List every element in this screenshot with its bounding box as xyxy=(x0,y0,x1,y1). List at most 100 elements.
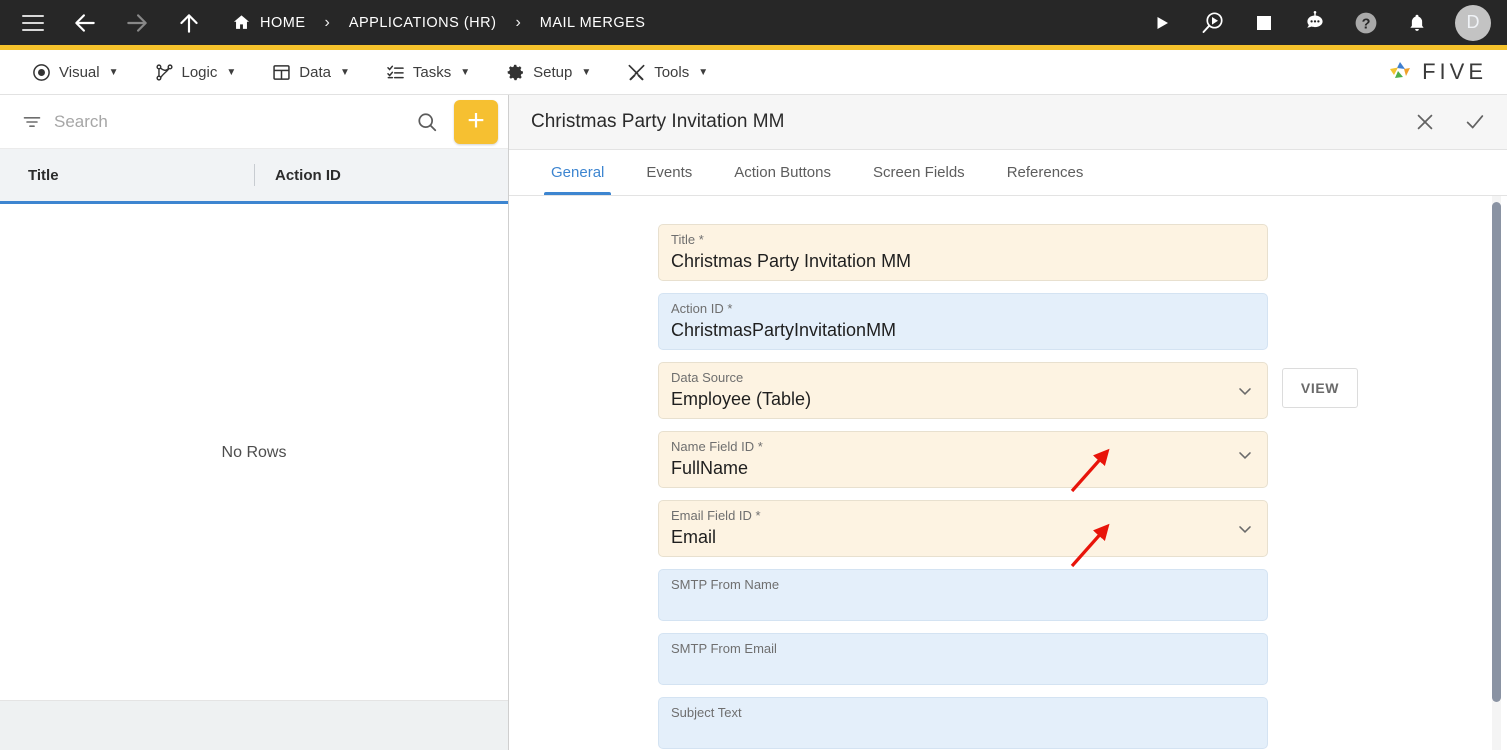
breadcrumb: HOME › APPLICATIONS (HR) › MAIL MERGES xyxy=(232,13,645,32)
work-area: + Title Action ID No Rows Christmas Part… xyxy=(0,95,1507,750)
smtp-from-email-field[interactable]: SMTP From Email xyxy=(658,633,1268,685)
record-tabs: General Events Action Buttons Screen Fie… xyxy=(509,150,1507,196)
form-row-action-id: Action ID * ChristmasPartyInvitationMM xyxy=(509,293,1507,350)
data-source-field[interactable]: Data Source Employee (Table) xyxy=(658,362,1268,419)
smtp-from-name-field[interactable]: SMTP From Name xyxy=(658,569,1268,621)
menu-tasks-label: Tasks xyxy=(412,63,452,81)
up-button[interactable] xyxy=(176,10,202,36)
breadcrumb-label-applications: APPLICATIONS (HR) xyxy=(348,14,497,31)
form-row-name-field-id: Name Field ID * FullName xyxy=(509,431,1507,493)
form-row-email-field-id: Email Field ID * Email xyxy=(509,500,1507,568)
svg-text:?: ? xyxy=(1362,16,1371,32)
menu-setup[interactable]: Setup ▼ xyxy=(488,50,609,94)
chevron-down-icon: ▼ xyxy=(226,66,237,78)
preview-debug-button[interactable] xyxy=(1198,8,1228,38)
history-navigation xyxy=(72,10,202,36)
tab-references[interactable]: References xyxy=(993,150,1098,195)
title-field-value: Christmas Party Invitation MM xyxy=(671,251,912,271)
stop-button[interactable] xyxy=(1249,8,1279,38)
email-field-id-dropdown-chevron-icon[interactable] xyxy=(1235,519,1255,539)
search-box[interactable] xyxy=(8,101,446,143)
search-input[interactable] xyxy=(54,111,404,132)
arrow-left-icon xyxy=(75,13,95,32)
hamburger-icon xyxy=(22,14,44,31)
records-panel-footer xyxy=(0,700,508,750)
add-record-button[interactable]: + xyxy=(454,99,498,144)
tab-screen-fields[interactable]: Screen Fields xyxy=(859,150,979,195)
table-icon xyxy=(272,63,291,82)
view-data-source-button[interactable]: VIEW xyxy=(1282,368,1358,408)
smtp-from-email-label: SMTP From Email xyxy=(671,641,777,656)
bell-icon xyxy=(1410,14,1424,31)
five-logo-text: FIVE xyxy=(1422,59,1487,84)
title-field-label: Title * xyxy=(671,232,704,247)
breadcrumb-item-applications[interactable]: APPLICATIONS (HR) xyxy=(349,15,497,31)
top-bar-actions: ? D xyxy=(1147,4,1491,41)
data-source-dropdown-chevron-icon[interactable] xyxy=(1235,381,1255,401)
name-field-id-label: Name Field ID * xyxy=(671,439,763,454)
menu-visual[interactable]: Visual ▼ xyxy=(14,50,137,94)
help-icon: ? xyxy=(1355,12,1377,33)
menu-tasks[interactable]: Tasks ▼ xyxy=(368,50,488,94)
tab-action-buttons[interactable]: Action Buttons xyxy=(720,150,845,195)
tab-general[interactable]: General xyxy=(537,150,618,195)
logic-graph-icon xyxy=(155,63,174,82)
run-icon xyxy=(1157,16,1168,29)
search-row: + xyxy=(0,95,508,149)
records-table-body: No Rows xyxy=(0,204,508,700)
save-record-button[interactable] xyxy=(1463,110,1487,134)
form-row-subject-text: Subject Text xyxy=(509,697,1507,749)
record-panel-header: Christmas Party Invitation MM xyxy=(509,95,1507,150)
subject-text-field[interactable]: Subject Text xyxy=(658,697,1268,749)
tab-events[interactable]: Events xyxy=(632,150,706,195)
arrow-up-icon xyxy=(180,13,198,33)
menu-data[interactable]: Data ▼ xyxy=(254,50,368,94)
records-table-header: Title Action ID xyxy=(0,149,508,204)
close-icon xyxy=(1417,114,1433,130)
search-icon[interactable] xyxy=(416,111,438,133)
general-form: Title * Christmas Party Invitation MM Ac… xyxy=(509,196,1507,749)
stop-icon xyxy=(1257,15,1271,30)
form-scroll-area: Title * Christmas Party Invitation MM Ac… xyxy=(509,196,1507,750)
chevron-down-icon: ▼ xyxy=(339,66,350,78)
back-button[interactable] xyxy=(72,10,98,36)
gear-icon xyxy=(506,63,525,82)
hamburger-menu-button[interactable] xyxy=(22,14,44,31)
menu-logic[interactable]: Logic ▼ xyxy=(137,50,255,94)
form-row-title: Title * Christmas Party Invitation MM xyxy=(509,224,1507,281)
check-icon xyxy=(1466,115,1484,129)
five-logo-mark xyxy=(1390,62,1411,78)
name-field-id-field[interactable]: Name Field ID * FullName xyxy=(658,431,1268,488)
bot-assistant-button[interactable] xyxy=(1300,8,1330,38)
records-list-panel: + Title Action ID No Rows xyxy=(0,95,509,750)
notifications-button[interactable] xyxy=(1402,8,1432,38)
chevron-down-icon: ▼ xyxy=(698,66,709,78)
breadcrumb-item-mail-merges[interactable]: MAIL MERGES xyxy=(540,15,646,31)
action-id-field-label: Action ID * xyxy=(671,301,733,316)
user-avatar[interactable]: D xyxy=(1455,4,1491,41)
run-button[interactable] xyxy=(1147,8,1177,38)
chevron-down-icon: ▼ xyxy=(108,66,119,78)
forward-button[interactable] xyxy=(124,10,150,36)
breadcrumb-label-mail-merges: MAIL MERGES xyxy=(539,14,646,31)
record-title: Christmas Party Invitation MM xyxy=(531,111,785,132)
data-source-field-label: Data Source xyxy=(671,370,744,385)
name-field-id-dropdown-chevron-icon[interactable] xyxy=(1235,445,1255,465)
email-field-id-field[interactable]: Email Field ID * Email xyxy=(658,500,1268,557)
chevron-down-icon: ▼ xyxy=(460,66,471,78)
title-field[interactable]: Title * Christmas Party Invitation MM xyxy=(658,224,1268,281)
tools-icon xyxy=(627,63,646,82)
menu-setup-label: Setup xyxy=(533,63,573,81)
menu-tools[interactable]: Tools ▼ xyxy=(609,50,726,94)
data-source-field-value: Employee (Table) xyxy=(671,389,812,409)
help-button[interactable]: ? xyxy=(1351,8,1381,38)
column-header-action-id[interactable]: Action ID xyxy=(275,149,341,201)
action-id-field[interactable]: Action ID * ChristmasPartyInvitationMM xyxy=(658,293,1268,350)
record-panel-actions xyxy=(1413,110,1487,134)
form-row-smtp-from-name: SMTP From Name xyxy=(509,569,1507,621)
close-record-button[interactable] xyxy=(1413,110,1437,134)
breadcrumb-item-home[interactable]: HOME xyxy=(232,13,306,32)
column-header-title[interactable]: Title xyxy=(28,149,254,201)
menu-data-label: Data xyxy=(299,63,331,81)
filter-icon[interactable] xyxy=(22,112,42,132)
